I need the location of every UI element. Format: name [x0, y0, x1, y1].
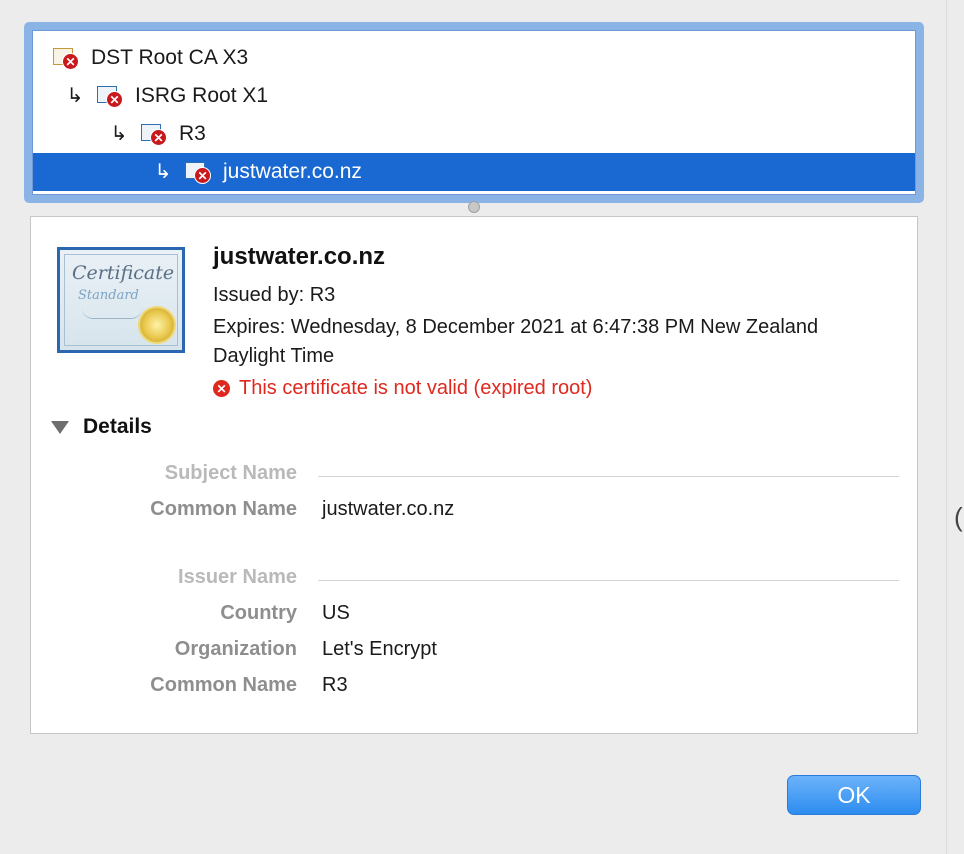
field-key: Common Name — [150, 498, 297, 520]
details-label: Details — [83, 415, 152, 438]
error-icon: ✕ — [213, 380, 230, 397]
field-row: Country US — [31, 600, 917, 630]
certificate-error-icon: ✕ — [97, 84, 123, 108]
issued-by-text: Issued by: R3 — [213, 284, 336, 306]
chain-item-label: DST Root CA X3 — [91, 46, 249, 69]
certificate-chain-list: ✕ DST Root CA X3 ↳ ✕ ISRG Root X1 ↳ ✕ R3… — [32, 30, 916, 195]
expires-text: Expires: Wednesday, 8 December 2021 at 6… — [213, 316, 819, 367]
ok-button[interactable]: OK — [787, 775, 921, 815]
certificate-standard-icon: Certificate Standard — [57, 247, 185, 353]
splitter-handle[interactable] — [468, 201, 480, 213]
field-value: justwater.co.nz — [322, 498, 455, 520]
gold-seal-icon — [140, 308, 174, 342]
chain-item-r3[interactable]: ↳ ✕ R3 — [33, 115, 915, 153]
section-divider — [318, 580, 899, 581]
field-key: Organization — [174, 638, 297, 660]
certificate-error-icon: ✕ — [141, 122, 167, 146]
field-row: Organization Let's Encrypt — [31, 636, 917, 666]
chain-item-label: justwater.co.nz — [223, 160, 362, 183]
field-key: Common Name — [150, 674, 297, 696]
child-arrow-icon: ↳ — [66, 85, 84, 107]
certificate-error-icon: ✕ — [53, 46, 79, 70]
certificate-detail-panel: Certificate Standard justwater.co.nz Iss… — [30, 216, 918, 734]
field-value: US — [322, 602, 350, 624]
chain-item-dst-root[interactable]: ✕ DST Root CA X3 — [33, 39, 915, 77]
field-key: Country — [220, 602, 297, 624]
details-disclosure[interactable]: Details — [51, 415, 152, 439]
certificate-error-icon: ✕ — [185, 160, 211, 184]
validity-status: ✕ This certificate is not valid (expired… — [213, 377, 592, 400]
certificate-title: justwater.co.nz — [213, 243, 386, 270]
chain-item-isrg-root[interactable]: ↳ ✕ ISRG Root X1 — [33, 77, 915, 115]
section-header: Issuer Name — [178, 566, 297, 588]
section-divider — [318, 476, 899, 477]
chain-item-label: ISRG Root X1 — [135, 84, 269, 107]
field-value: Let's Encrypt — [322, 638, 437, 660]
field-value: R3 — [322, 674, 348, 696]
child-arrow-icon: ↳ — [110, 123, 128, 145]
clipped-edge-glyph: ( — [954, 502, 963, 532]
disclosure-triangle-icon[interactable] — [51, 420, 69, 434]
validity-status-text: This certificate is not valid (expired r… — [239, 377, 593, 399]
subject-name-section: Subject Name — [31, 460, 917, 490]
chain-item-label: R3 — [179, 122, 206, 145]
field-row: Common Name R3 — [31, 672, 917, 702]
issuer-name-section: Issuer Name — [31, 564, 917, 594]
certificate-chain-view[interactable]: ✕ DST Root CA X3 ↳ ✕ ISRG Root X1 ↳ ✕ R3… — [24, 22, 924, 203]
chain-item-justwater[interactable]: ↳ ✕ justwater.co.nz — [33, 153, 915, 191]
window-edge-divider — [946, 0, 947, 854]
child-arrow-icon: ↳ — [154, 161, 172, 183]
field-row: Common Name justwater.co.nz — [31, 496, 917, 526]
section-header: Subject Name — [164, 462, 297, 484]
